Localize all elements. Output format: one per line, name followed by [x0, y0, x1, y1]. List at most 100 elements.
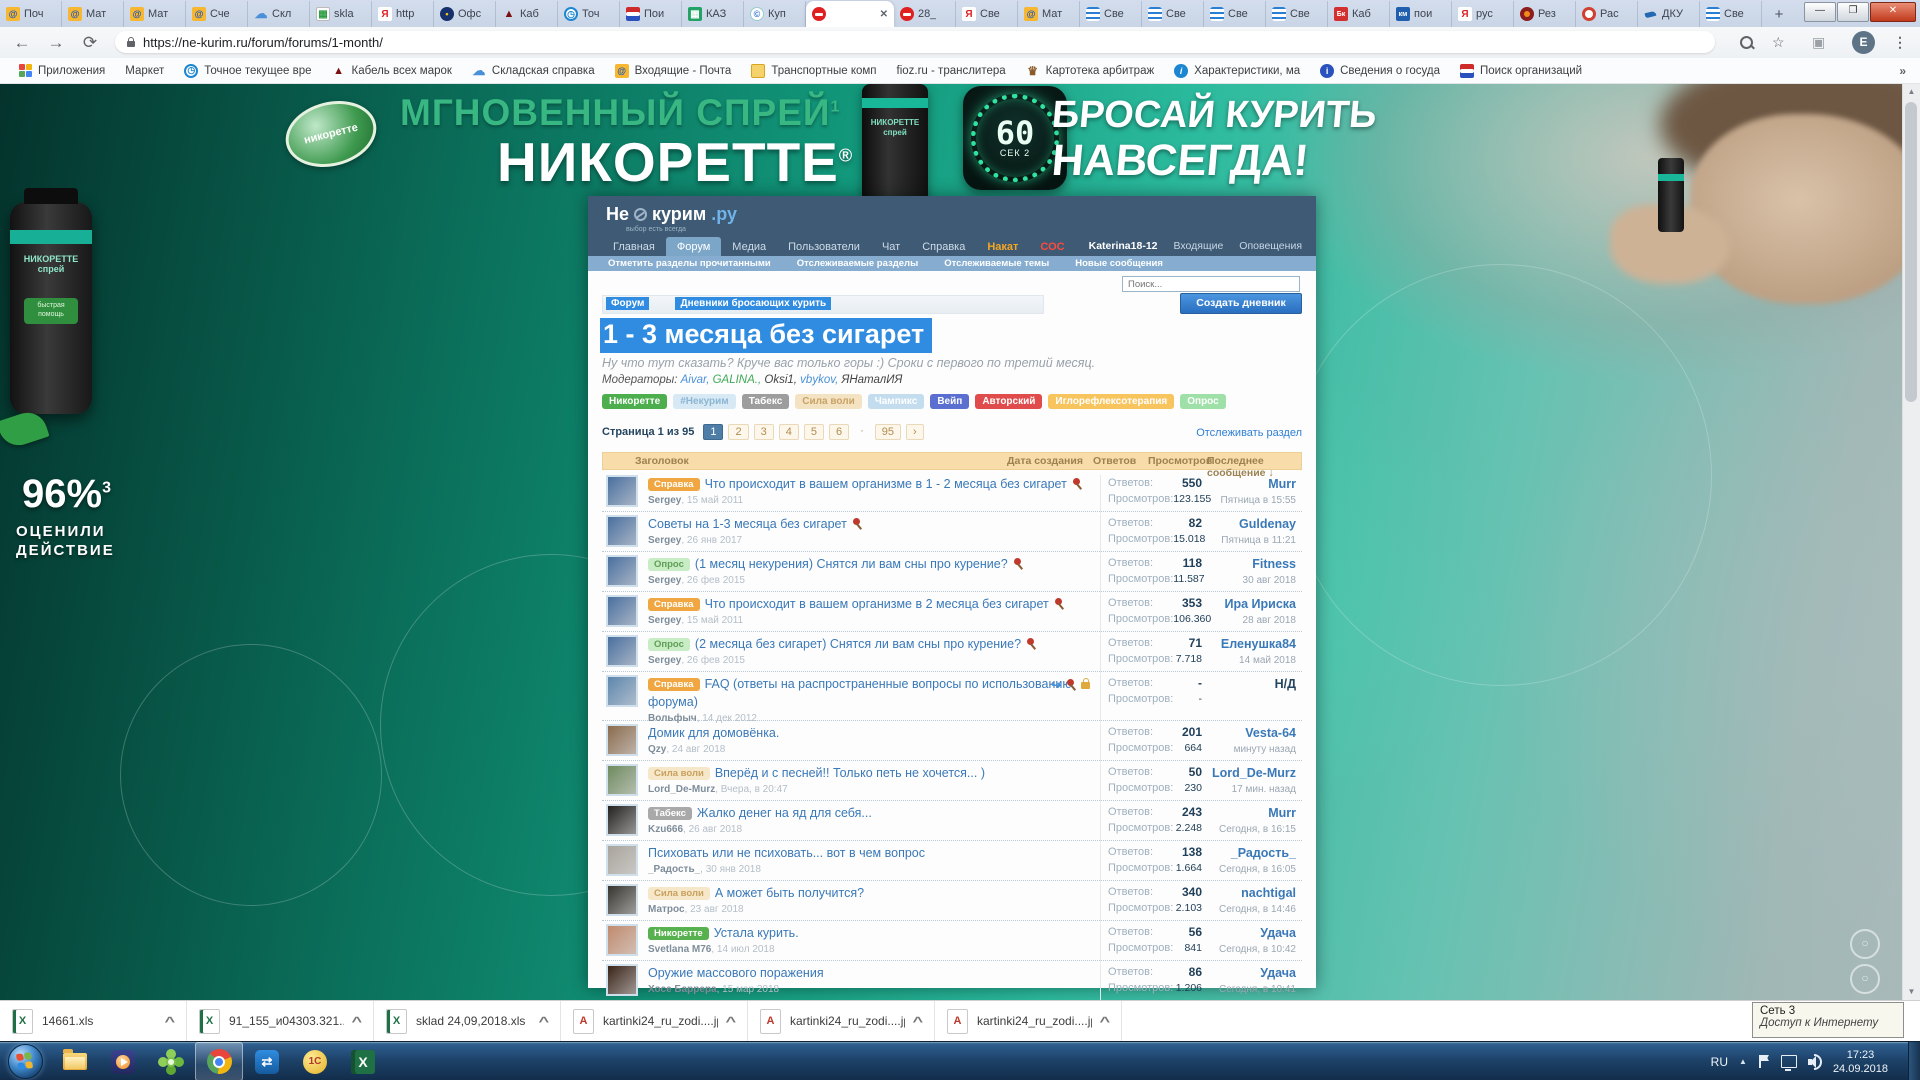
moderator-link[interactable]: Aivar,: [681, 374, 710, 386]
browser-tab[interactable]: кмпои: [1390, 1, 1452, 27]
thread-row[interactable]: СправкаЧто происходит в вашем организме …: [602, 472, 1302, 512]
thread-row[interactable]: Опрос(1 месяц некурения) Снятся ли вам с…: [602, 552, 1302, 592]
restore-button[interactable]: ❐: [1837, 2, 1869, 22]
taskbar-media-player-icon[interactable]: [99, 1042, 147, 1080]
thread-avatar[interactable]: [606, 924, 638, 956]
taskbar-icq-icon[interactable]: [147, 1042, 195, 1080]
taskbar-1c-icon[interactable]: 1С: [291, 1042, 339, 1080]
prefix-tag[interactable]: #Некурим: [673, 394, 735, 409]
bookmark-item[interactable]: fioz.ru - транслитера: [889, 61, 1014, 81]
page-button[interactable]: 3: [754, 424, 774, 440]
thread-avatar[interactable]: [606, 764, 638, 796]
browser-tab[interactable]: ©Куп: [744, 1, 806, 27]
browser-tab[interactable]: ЯСве: [956, 1, 1018, 27]
thread-row[interactable]: Опрос(2 месяца без сигарет) Снятся ли ва…: [602, 632, 1302, 672]
username-link[interactable]: Katerina18-12: [1089, 240, 1158, 252]
share-circle-icon[interactable]: ○: [1850, 964, 1880, 994]
forum-search-input[interactable]: [1122, 276, 1300, 292]
prefix-tag[interactable]: Опрос: [1180, 394, 1225, 409]
thread-avatar[interactable]: [606, 675, 638, 707]
create-diary-button[interactable]: Создать дневник: [1180, 293, 1302, 314]
thread-author[interactable]: Хосе Баррера: [648, 984, 717, 995]
browser-tab[interactable]: Ярус: [1452, 1, 1514, 27]
column-date[interactable]: Дата создания: [1007, 455, 1083, 467]
thread-row[interactable]: Домик для домовёнка.Qzy, 24 авг 2018Отве…: [602, 721, 1302, 761]
last-post-time[interactable]: 17 мин. назад: [1184, 784, 1296, 795]
clock[interactable]: 17:23 24.09.2018: [1833, 1048, 1888, 1076]
thread-title-link[interactable]: Домик для домовёнка.: [648, 726, 779, 740]
subnav-link[interactable]: Новые сообщения: [1075, 258, 1163, 269]
forum-nav-СОС[interactable]: СОС: [1029, 237, 1075, 256]
thread-avatar[interactable]: [606, 964, 638, 996]
breadcrumb-item[interactable]: Дневники бросающих курить: [675, 297, 831, 310]
browser-tab[interactable]: Рас: [1576, 1, 1638, 27]
bookmark-item[interactable]: @Входящие - Почта: [607, 61, 740, 81]
moderator-link[interactable]: Oksi1,: [764, 374, 797, 386]
bookmark-item[interactable]: ◷Точное текущее вре: [176, 61, 319, 81]
download-item[interactable]: X14661.xls^: [0, 1001, 187, 1041]
forum-logo[interactable]: Не курим.ру: [606, 204, 737, 225]
tab-close-icon[interactable]: ✕: [880, 9, 888, 20]
page-button[interactable]: 1: [703, 424, 723, 440]
scroll-up-icon[interactable]: ▲: [1903, 84, 1920, 100]
browser-tab[interactable]: Пои: [620, 1, 682, 27]
bookmark-item[interactable]: Поиск организаций: [1452, 61, 1590, 81]
language-indicator[interactable]: RU: [1711, 1055, 1728, 1069]
thread-author[interactable]: Lord_De-Murz: [648, 784, 715, 795]
prefix-tag[interactable]: Иглорефлексотерапия: [1048, 394, 1174, 409]
taskbar-chrome-icon[interactable]: [195, 1042, 243, 1080]
browser-tab[interactable]: ▲Каб: [496, 1, 558, 27]
bookmark-item[interactable]: iХарактеристики, ма: [1166, 61, 1308, 81]
last-poster[interactable]: Fitness: [1252, 557, 1296, 571]
prefix-tag[interactable]: Чампикс: [868, 394, 925, 409]
last-poster[interactable]: Guldenay: [1239, 517, 1296, 531]
volume-group[interactable]: [1808, 1054, 1822, 1070]
download-chevron-icon[interactable]: ^: [913, 1014, 924, 1029]
thread-row[interactable]: Оружие массового пораженияХосе Баррера, …: [602, 961, 1302, 1000]
inbox-link[interactable]: Входящие: [1174, 240, 1224, 252]
last-post-time[interactable]: 28 авг 2018: [1184, 615, 1296, 626]
browser-tab[interactable]: ☁Скл: [248, 1, 310, 27]
thread-author[interactable]: Sergey: [648, 575, 681, 586]
url-text[interactable]: https://ne-kurim.ru/forum/forums/1-month…: [143, 35, 383, 50]
page-button[interactable]: 5: [804, 424, 824, 440]
column-replies[interactable]: Ответов: [1093, 455, 1136, 467]
thread-row[interactable]: ТабексЖалко денег на яд для себя...Kzu66…: [602, 801, 1302, 841]
thread-author[interactable]: _Радость_: [648, 864, 700, 875]
profile-avatar[interactable]: E: [1852, 31, 1875, 54]
last-poster[interactable]: Vesta-64: [1245, 726, 1296, 740]
last-post-time[interactable]: Сегодня, в 10:41: [1184, 984, 1296, 995]
scrollbar-thumb[interactable]: [1905, 102, 1917, 402]
thread-title-link[interactable]: FAQ (ответы на распространенные вопросы …: [648, 677, 1072, 709]
thread-title-link[interactable]: А может быть получится?: [715, 886, 864, 900]
browser-tab[interactable]: @Поч: [0, 1, 62, 27]
browser-tab[interactable]: Яhttp: [372, 1, 434, 27]
browser-tab[interactable]: Све: [1080, 1, 1142, 27]
prefix-tag[interactable]: Вейп: [930, 394, 969, 409]
breadcrumb-item[interactable]: Форум: [606, 297, 649, 310]
network-icon[interactable]: [1781, 1055, 1797, 1068]
forum-nav-Пользователи[interactable]: Пользователи: [777, 237, 871, 256]
last-poster[interactable]: Удача: [1260, 926, 1296, 940]
thread-row[interactable]: Сила волиА может быть получится?Матрос, …: [602, 881, 1302, 921]
share-circle-icon[interactable]: ○: [1850, 929, 1880, 959]
thread-author[interactable]: Sergey: [648, 655, 681, 666]
last-poster[interactable]: Ира Ириска: [1224, 597, 1296, 611]
extension-icon[interactable]: ▣: [1812, 34, 1825, 51]
page-scrollbar[interactable]: ▲ ▼: [1902, 84, 1920, 1000]
download-chevron-icon[interactable]: ^: [539, 1014, 550, 1029]
start-button[interactable]: [8, 1044, 43, 1079]
browser-tab[interactable]: ▦skla: [310, 1, 372, 27]
browser-tab[interactable]: БкКаб: [1328, 1, 1390, 27]
last-post-time[interactable]: Сегодня, в 16:15: [1184, 824, 1296, 835]
prefix-tag[interactable]: Авторский: [975, 394, 1042, 409]
thread-author[interactable]: Qzy: [648, 744, 666, 755]
last-post-time[interactable]: Пятница в 11:21: [1184, 535, 1296, 546]
thread-author[interactable]: Sergey: [648, 495, 681, 506]
subnav-link[interactable]: Отслеживаемые разделы: [797, 258, 918, 269]
show-desktop-button[interactable]: [1908, 1042, 1920, 1080]
download-chevron-icon[interactable]: ^: [165, 1014, 176, 1029]
prefix-tag[interactable]: Сила воли: [795, 394, 861, 409]
thread-title-link[interactable]: Советы на 1-3 месяца без сигарет: [648, 517, 847, 531]
reload-button[interactable]: ⟳: [78, 31, 102, 55]
